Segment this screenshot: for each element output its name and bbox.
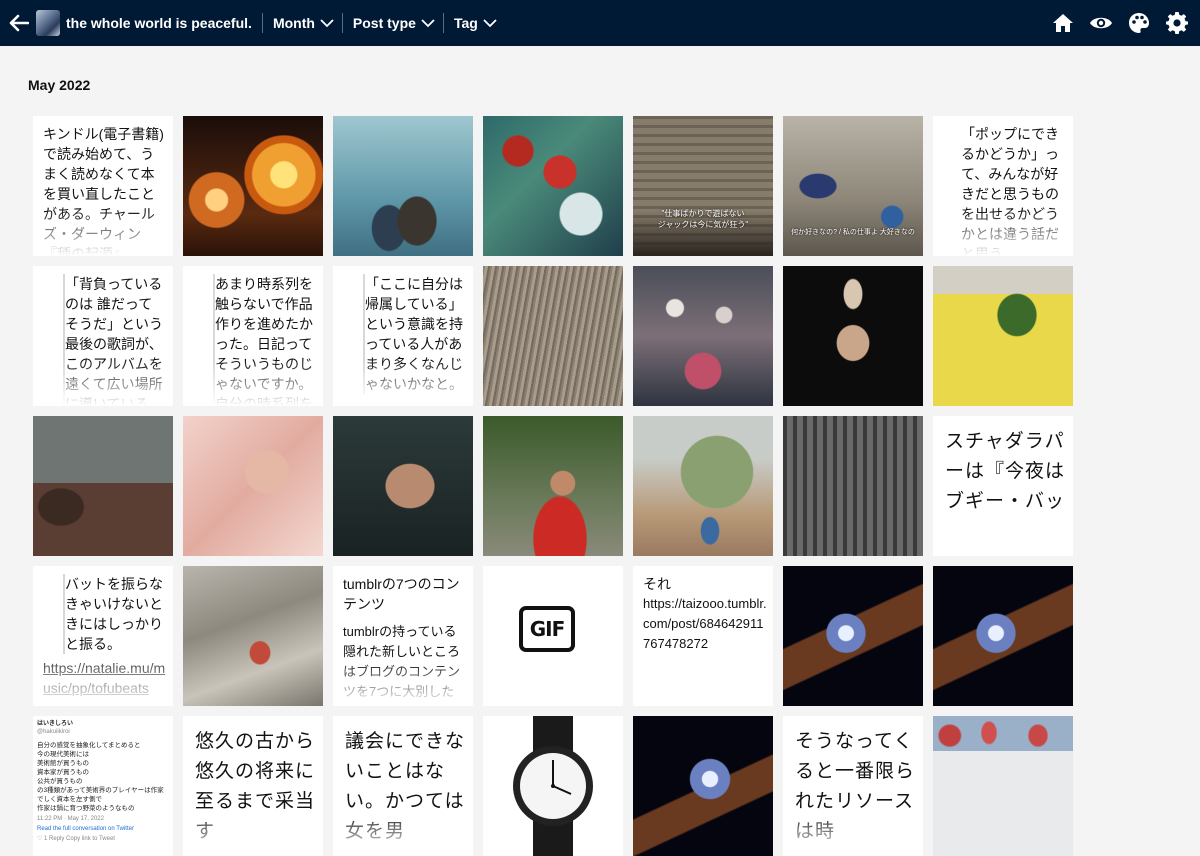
chevron-down-icon bbox=[421, 18, 435, 27]
photo-post-guitar-robot[interactable] bbox=[633, 716, 773, 856]
tweet-author-name: はいきしろい bbox=[37, 721, 74, 727]
top-bar: the whole world is peaceful. Month Post … bbox=[0, 0, 1200, 46]
photo-post-lanterns-wall[interactable] bbox=[933, 716, 1073, 856]
customize-theme-button[interactable] bbox=[1126, 10, 1152, 36]
quote-post[interactable]: バットを振らなきゃいけないときにはしっかりと振る。 https://natali… bbox=[33, 566, 173, 706]
palette-icon bbox=[1129, 13, 1149, 33]
post-text: 悠久の古から悠久の将来に至るまで采当す bbox=[195, 730, 316, 842]
post-text: 「背負っているのは 誰だってそうだ」という最後の歌詞が、このアルバムを遠くて広い… bbox=[63, 274, 165, 406]
text-post[interactable]: 悠久の古から悠久の将来に至るまで采当す bbox=[183, 716, 323, 856]
photo-post-volcano[interactable] bbox=[33, 416, 173, 556]
post-link-text: https://taizooo.tumblr.com/post/68464291… bbox=[643, 596, 767, 651]
gif-badge: GIF bbox=[519, 606, 575, 652]
post-text: あまり時系列を触らないで作品作りを進めたかった。日記ってそういうものじゃないです… bbox=[213, 274, 315, 406]
photo-post-kitchen[interactable]: 何か好きなの? / 私の仕事よ 大好きなの bbox=[783, 116, 923, 256]
photo-post-figure-dark[interactable] bbox=[783, 266, 923, 406]
post-text: 「ここに自分は帰属している」という意識を持っている人があまり多くなんじゃないかな… bbox=[363, 274, 463, 394]
quote-post[interactable]: 「ポップにできるかどうか」って、みんなが好きだと思うものを出せるかどうかとは違う… bbox=[933, 116, 1073, 256]
post-text: そうなってくると一番限られたリソースは時 bbox=[795, 730, 916, 842]
post-title: tumblrの7つのコンテンツ bbox=[343, 576, 460, 612]
photo-post-wristwatch[interactable] bbox=[483, 716, 623, 856]
tweet-body: 自分の感覚を抽象化してまとめると 今の現代美術には 美術館が買うもの 資本家が買… bbox=[37, 742, 164, 812]
text-post[interactable]: tumblrの7つのコンテンツ tumblrの持っている隠れた新しいところはブロ… bbox=[333, 566, 473, 706]
post-text: キンドル(電子書籍)で読み始めて、うまく読めなくて本を買い直したことがある。チャ… bbox=[43, 126, 164, 256]
blog-title[interactable]: the whole world is peaceful. bbox=[66, 15, 252, 31]
post-type-filter-label: Post type bbox=[352, 15, 416, 31]
chevron-down-icon bbox=[483, 18, 497, 27]
tweet-read-more-link: Read the full conversation on Twitter bbox=[37, 826, 134, 832]
photo-post-guitar-robot[interactable] bbox=[783, 566, 923, 706]
month-filter-dropdown[interactable]: Month bbox=[263, 0, 342, 46]
home-button[interactable] bbox=[1050, 10, 1076, 36]
photo-post-guitar-robot[interactable] bbox=[933, 566, 1073, 706]
text-post[interactable]: それ https://taizooo.tumblr.com/post/68464… bbox=[633, 566, 773, 706]
month-filter-label: Month bbox=[272, 15, 315, 31]
photo-post-palm-wall[interactable] bbox=[933, 266, 1073, 406]
photo-post-mirror-spheres[interactable] bbox=[633, 266, 773, 406]
photo-post-pink-dress[interactable] bbox=[183, 416, 323, 556]
quote-post[interactable]: 「ここに自分は帰属している」という意識を持っている人があまり多くなんじゃないかな… bbox=[333, 266, 473, 406]
quote-post[interactable]: あまり時系列を触らないで作品作りを進めたかった。日記ってそういうものじゃないです… bbox=[183, 266, 323, 406]
tweet-timestamp: 11:22 PM · May 17, 2022 bbox=[37, 816, 104, 822]
settings-button[interactable] bbox=[1164, 10, 1190, 36]
tweet-embed: はいきしろい @hakuiikiroi 自分の感覚を抽象化してまとめると 今の現… bbox=[37, 720, 169, 843]
photo-post-crab-painting[interactable] bbox=[483, 116, 623, 256]
photo-post-rock-climber[interactable] bbox=[183, 566, 323, 706]
blog-avatar[interactable] bbox=[36, 10, 60, 36]
text-post[interactable]: 議会にできないことはない。かつては女を男 bbox=[333, 716, 473, 856]
text-post[interactable]: スチャダラパーは『今夜はブギー・バッ bbox=[933, 416, 1073, 556]
post-text: バットを振らなきゃいけないときにはしっかりと振る。 bbox=[63, 574, 163, 654]
back-arrow-icon bbox=[9, 14, 29, 32]
back-button[interactable] bbox=[2, 0, 36, 46]
post-text: 「ポップにできるかどうか」って、みんなが好きだと思うものを出せるかどうかとは違う… bbox=[961, 126, 1059, 256]
photo-post-barn-bw[interactable] bbox=[783, 416, 923, 556]
photo-post-man-portrait[interactable] bbox=[333, 416, 473, 556]
photo-post-ferris-wheel[interactable] bbox=[183, 116, 323, 256]
preview-button[interactable] bbox=[1088, 10, 1114, 36]
quote-post[interactable]: 「背負っているのは 誰だってそうだ」という最後の歌詞が、このアルバムを遠くて広い… bbox=[33, 266, 173, 406]
subtitle-caption: "仕事ばかりで遊ばない ジャックは今に気が狂う" bbox=[657, 209, 749, 229]
photo-post-coca-cola-can[interactable] bbox=[483, 416, 623, 556]
text-post[interactable]: そうなってくると一番限られたリソースは時 bbox=[783, 716, 923, 856]
archive-grid: キンドル(電子書籍)で読み始めて、うまく読めなくて本を買い直したことがある。チャ… bbox=[33, 116, 1073, 856]
gear-icon bbox=[1166, 12, 1188, 34]
post-text: スチャダラパーは『今夜はブギー・バッ bbox=[945, 430, 1066, 512]
tweet-actions: ♡ 1 Reply Copy link to Tweet bbox=[37, 836, 115, 842]
wristwatch-image bbox=[513, 716, 593, 856]
tag-filter-dropdown[interactable]: Tag bbox=[444, 0, 505, 46]
subtitle-caption: 何か好きなの? / 私の仕事よ 大好きなの bbox=[791, 229, 915, 236]
post-text: tumblrの持っている隠れた新しいところはブログのコンテンツを7つに大別した bbox=[343, 624, 461, 699]
tweet-embed-post[interactable]: はいきしろい @hakuiikiroi 自分の感覚を抽象化してまとめると 今の現… bbox=[33, 716, 173, 856]
text-post[interactable]: キンドル(電子書籍)で読み始めて、うまく読めなくて本を買い直したことがある。チャ… bbox=[33, 116, 173, 256]
photo-post-seagulls[interactable] bbox=[333, 116, 473, 256]
post-text: 議会にできないことはない。かつては女を男 bbox=[345, 730, 466, 842]
post-type-filter-dropdown[interactable]: Post type bbox=[343, 0, 443, 46]
home-icon bbox=[1053, 14, 1073, 32]
photo-post-child-tree[interactable] bbox=[633, 416, 773, 556]
month-heading: May 2022 bbox=[28, 77, 91, 93]
tweet-author-handle: @hakuiikiroi bbox=[37, 729, 70, 735]
gif-post[interactable]: GIF bbox=[483, 566, 623, 706]
post-text: それ bbox=[643, 576, 671, 592]
tag-filter-label: Tag bbox=[453, 15, 478, 31]
photo-post-texture[interactable] bbox=[483, 266, 623, 406]
photo-post-typewriter[interactable]: "仕事ばかりで遊ばない ジャックは今に気が狂う" bbox=[633, 116, 773, 256]
source-link[interactable]: https://natalie.mu/music/pp/tofubeats bbox=[43, 658, 167, 706]
eye-icon bbox=[1090, 17, 1112, 29]
chevron-down-icon bbox=[320, 18, 334, 27]
